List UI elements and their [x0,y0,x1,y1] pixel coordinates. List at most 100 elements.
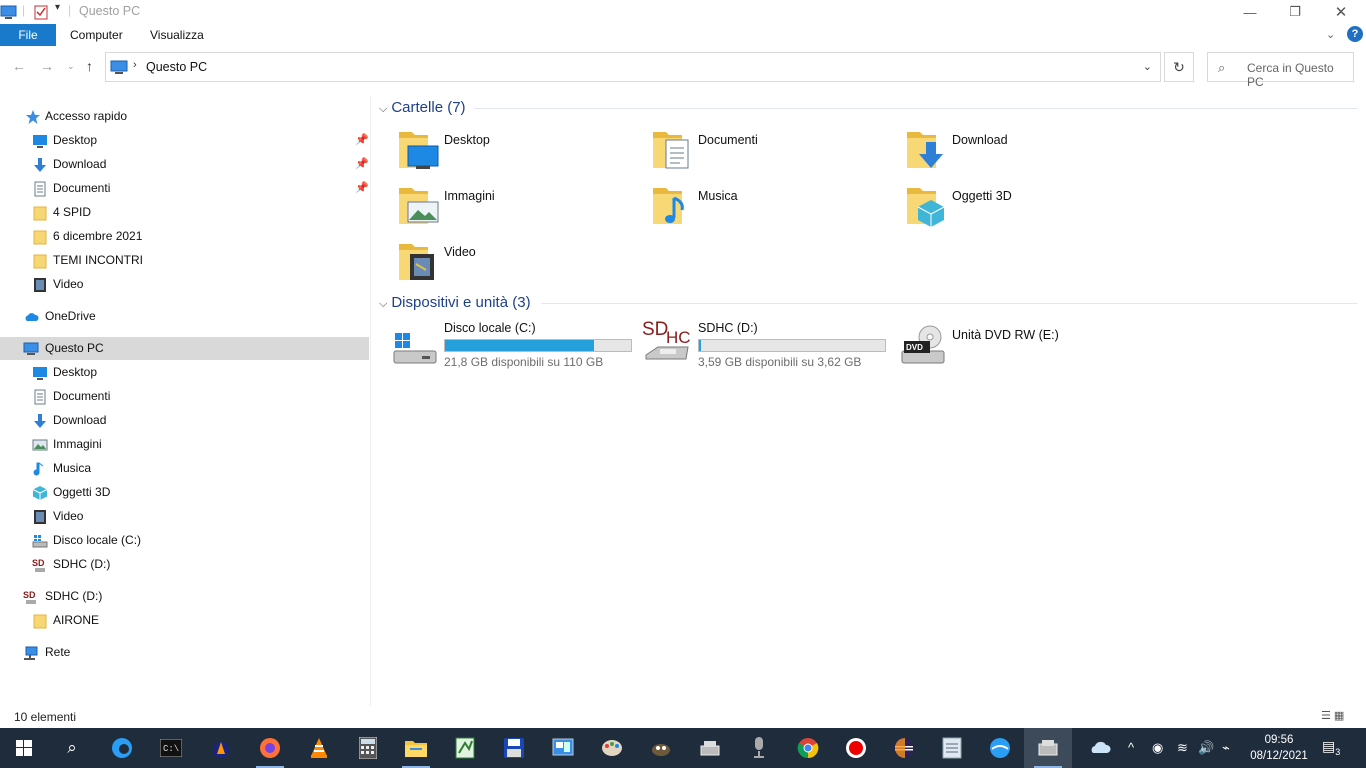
clock-time: 09:56 [1264,734,1294,746]
record-icon[interactable] [832,728,880,768]
sidebar-item-pc-download[interactable]: Download [0,409,369,432]
sidebar-item-desktop[interactable]: Desktop 📌 [0,129,369,152]
chevron-up-icon[interactable]: ^ [1128,740,1134,755]
pin-icon[interactable]: 📌 [355,133,369,146]
chrome-icon[interactable] [784,728,832,768]
sidebar-item-pc-immagini[interactable]: Immagini [0,433,369,456]
search-icon[interactable]: ⌕ [48,728,96,768]
sidebar-item-label: Desktop [53,133,98,147]
sidebar-item-pc-sdhc[interactable]: SD SDHC (D:) [0,553,369,576]
forward-arrow-icon[interactable]: → [40,58,54,74]
power-icon[interactable]: ⌁ [1222,740,1230,756]
terminal-icon[interactable]: C:\ [147,728,195,768]
pin-icon[interactable]: 📌 [355,181,369,194]
sidebar-item-sdhc-root[interactable]: SD SDHC (D:) [0,585,369,608]
quick-access-dropdown-icon[interactable]: ▾ [55,2,60,20]
notification-center-icon[interactable]: ▤3 [1322,738,1340,757]
sidebar-item-pc-musica[interactable]: Musica [0,457,369,480]
clock-date: 08/12/2021 [1250,750,1308,762]
active-window-icon[interactable] [1024,728,1072,768]
tab-computer[interactable]: Computer [70,28,123,42]
minimize-button[interactable]: — [1227,0,1273,24]
disk-icon[interactable] [976,728,1024,768]
folder-item-musica[interactable]: Musica [652,184,882,234]
breadcrumb-chevron-icon[interactable]: › [133,59,137,71]
group-header-devices[interactable]: ⌵ Dispositivi e unità (3) [379,294,531,311]
gimp-icon[interactable] [637,728,685,768]
sidebar-item-pc-video[interactable]: Video [0,505,369,528]
calculator-icon[interactable] [344,728,392,768]
sidebar-item-label: Desktop [53,365,98,379]
refresh-button[interactable]: ↻ [1164,52,1194,82]
expand-ribbon-icon[interactable]: ⌄ [1326,28,1335,41]
sidebar-item-temi-incontri[interactable]: TEMI INCONTRI [0,249,369,272]
chevron-down-icon[interactable]: ⌵ [379,298,387,311]
folder-item-documenti[interactable]: Documenti [652,128,882,178]
volume-icon[interactable]: 🔊 [1198,740,1214,756]
sidebar-item-label: Documenti [53,389,111,403]
drive-manager-icon[interactable] [686,728,734,768]
folder-item-oggetti-3d[interactable]: Oggetti 3D [906,184,1136,234]
control-panel-icon[interactable] [539,728,587,768]
sidebar-item-4-spid[interactable]: 4 SPID [0,201,369,224]
drive-item-c[interactable]: Disco locale (C:) 21,8 GB disponibili su… [392,321,637,371]
sidebar-item-download[interactable]: Download 📌 [0,153,369,176]
tab-visualizza[interactable]: Visualizza [150,28,204,42]
edge-icon[interactable] [98,728,146,768]
save-icon[interactable] [490,728,538,768]
chevron-down-icon[interactable]: ⌄ [1143,60,1152,73]
video-folder-icon [399,244,434,280]
view-details-icon[interactable]: ☰ ▦ [1321,709,1344,722]
drive-icon [32,535,48,548]
address-bar[interactable]: › Questo PC ⌄ [105,52,1161,82]
start-icon[interactable] [0,728,48,768]
wifi-icon[interactable]: ≋ [1177,740,1188,756]
breadcrumb[interactable]: Questo PC [146,60,207,74]
file-explorer-icon[interactable] [392,728,440,768]
sidebar-item-onedrive[interactable]: OneDrive [0,305,369,328]
computer-icon[interactable] [0,3,18,21]
sidebar-item-questo-pc[interactable]: Questo PC [0,337,369,360]
notepad-icon[interactable] [441,728,489,768]
vlc-icon[interactable] [295,728,343,768]
pin-icon[interactable]: 📌 [355,157,369,170]
notes-icon[interactable] [928,728,976,768]
drive-item-d[interactable]: SD HC SDHC (D:) 3,59 GB disponibili su 3… [642,319,891,371]
close-button[interactable]: ✕ [1318,0,1364,24]
sidebar-item-pc-desktop[interactable]: Desktop [0,361,369,384]
clock[interactable]: 09:56 08/12/2021 [1248,732,1310,764]
folder-item-download[interactable]: Download [906,128,1136,178]
search-input[interactable]: ⌕ Cerca in Questo PC [1207,52,1354,89]
maximize-button[interactable]: ❐ [1272,0,1318,24]
chevron-down-icon[interactable]: ⌵ [379,103,387,116]
back-arrow-icon[interactable]: ← [12,58,26,74]
folder-item-immagini[interactable]: Immagini [398,184,628,234]
folder-item-video[interactable]: Video [398,240,628,290]
help-icon[interactable]: ? [1347,26,1363,42]
sidebar-item-pc-documenti[interactable]: Documenti [0,385,369,408]
sidebar-item-video[interactable]: Video [0,273,369,296]
sidebar-item-documenti[interactable]: Documenti 📌 [0,177,369,200]
app-icon[interactable] [197,728,245,768]
folder-item-desktop[interactable]: Desktop [398,128,628,178]
navigation-bar: ← → ⌄ ↑ › Questo PC ⌄ ↻ ⌕ Cerca in Quest… [0,46,1366,89]
group-header-folders[interactable]: ⌵ Cartelle (7) [379,99,466,116]
eclipse-icon[interactable] [880,728,928,768]
sidebar-item-rete[interactable]: Rete [0,641,369,664]
microphone-icon[interactable] [735,728,783,768]
sidebar-item-label: Documenti [53,181,111,195]
sidebar-item-pc-oggetti-3d[interactable]: Oggetti 3D [0,481,369,504]
sidebar-item-6-dicembre-2021[interactable]: 6 dicembre 2021 [0,225,369,248]
drive-item-e[interactable]: DVD Unità DVD RW (E:) [900,321,1100,371]
sidebar-item-airone[interactable]: AIRONE [0,609,369,632]
cloud-weather-icon[interactable] [1088,738,1112,761]
sidebar-item-pc-disco-locale[interactable]: Disco locale (C:) [0,529,369,552]
properties-icon[interactable] [32,3,50,21]
up-arrow-icon[interactable]: ↑ [86,58,93,74]
sidebar-item-quick-access[interactable]: Accesso rapido [0,105,369,128]
webcam-icon[interactable]: ◉ [1152,740,1163,756]
recent-locations-icon[interactable]: ⌄ [67,61,75,72]
firefox-icon[interactable] [246,728,294,768]
paint-icon[interactable] [588,728,636,768]
tab-file[interactable]: File [0,24,56,46]
